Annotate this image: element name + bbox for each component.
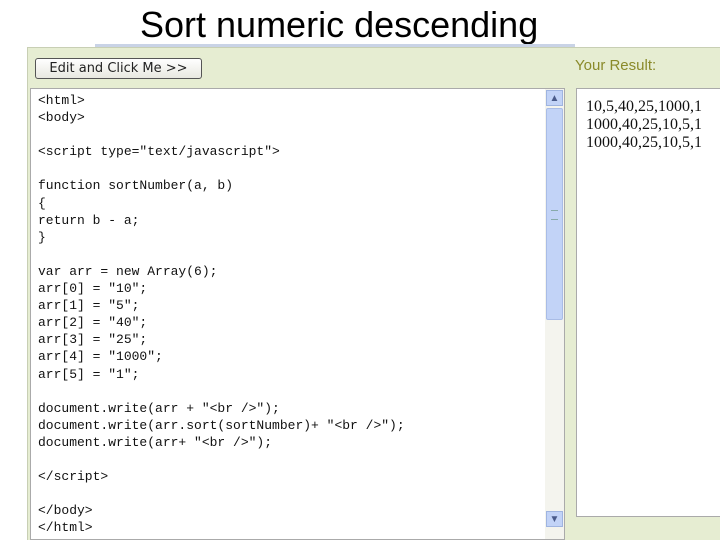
- scrollbar[interactable]: ▲ ▼: [545, 89, 564, 539]
- result-line: 1000,40,25,10,5,1: [586, 134, 702, 151]
- code-line: document.write(arr + "<br />");: [38, 400, 280, 416]
- code-line: document.write(arr+ "<br />");: [38, 434, 273, 450]
- result-line: 10,5,40,25,1000,1: [586, 98, 702, 115]
- scroll-up-icon[interactable]: ▲: [546, 90, 563, 106]
- divider: [95, 44, 575, 47]
- code-line: ​: [38, 246, 405, 263]
- code-line: ​: [38, 451, 405, 468]
- run-button[interactable]: Edit and Click Me >>: [35, 58, 202, 79]
- result-output: 10,5,40,25,1000,1 1000,40,25,10,5,1 1000,4…: [586, 98, 702, 152]
- code-line: arr[4] = "1000";: [38, 349, 163, 365]
- code-line: ​: [38, 485, 405, 502]
- code-textarea[interactable]: <html><body>​<script type="text/javascri…: [30, 88, 565, 540]
- code-line: arr[2] = "40";: [38, 315, 148, 331]
- code-line: }: [38, 229, 46, 245]
- code-line: ​: [38, 160, 405, 177]
- result-line: 1000,40,25,10,5,1: [586, 116, 702, 133]
- scroll-down-icon[interactable]: ▼: [546, 511, 563, 527]
- code-line: <body>: [38, 110, 85, 126]
- code-line: var arr = new Array(6);: [38, 263, 218, 279]
- code-line: return b - a;: [38, 212, 140, 228]
- code-line: arr[0] = "10";: [38, 281, 148, 297]
- code-line: ​: [38, 126, 405, 143]
- code-line: </html>: [38, 520, 93, 536]
- code-line: arr[3] = "25";: [38, 332, 148, 348]
- code-line: {: [38, 195, 46, 211]
- code-line: document.write(arr.sort(sortNumber)+ "<b…: [38, 417, 405, 433]
- result-label: Your Result:: [575, 57, 657, 74]
- code-lines: <html><body>​<script type="text/javascri…: [38, 92, 405, 536]
- code-line: arr[1] = "5";: [38, 298, 140, 314]
- grip-icon: [551, 210, 558, 220]
- scroll-thumb[interactable]: [546, 108, 563, 320]
- code-line: </script>: [38, 469, 109, 485]
- code-line: function sortNumber(a, b): [38, 178, 234, 194]
- code-line: <script type="text/javascript">: [38, 144, 280, 160]
- code-line: ​: [38, 383, 405, 400]
- code-line: </body>: [38, 503, 93, 519]
- code-line: <html>: [38, 93, 85, 108]
- result-frame: 10,5,40,25,1000,1 1000,40,25,10,5,1 1000,4…: [576, 88, 720, 517]
- code-line: arr[5] = "1";: [38, 366, 140, 382]
- page-title: Sort numeric descending: [140, 4, 539, 45]
